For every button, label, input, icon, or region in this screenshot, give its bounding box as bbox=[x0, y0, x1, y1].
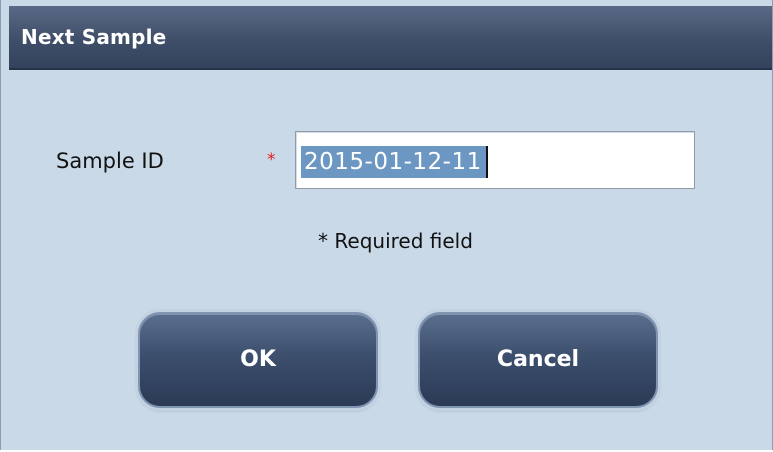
required-field-note: * Required field bbox=[318, 229, 473, 253]
text-caret bbox=[486, 146, 488, 178]
sample-id-value: 2015-01-12-11 bbox=[301, 146, 486, 178]
sample-id-label: Sample ID bbox=[56, 149, 164, 173]
sample-id-input[interactable]: 2015-01-12-11 bbox=[295, 131, 695, 189]
required-marker: * bbox=[267, 150, 276, 170]
dialog-titlebar[interactable]: Next Sample bbox=[9, 6, 772, 70]
cancel-button[interactable]: Cancel bbox=[418, 312, 658, 408]
next-sample-dialog: Next Sample Sample ID * 2015-01-12-11 * … bbox=[0, 0, 773, 450]
ok-button[interactable]: OK bbox=[138, 312, 378, 408]
dialog-title: Next Sample bbox=[21, 25, 167, 49]
